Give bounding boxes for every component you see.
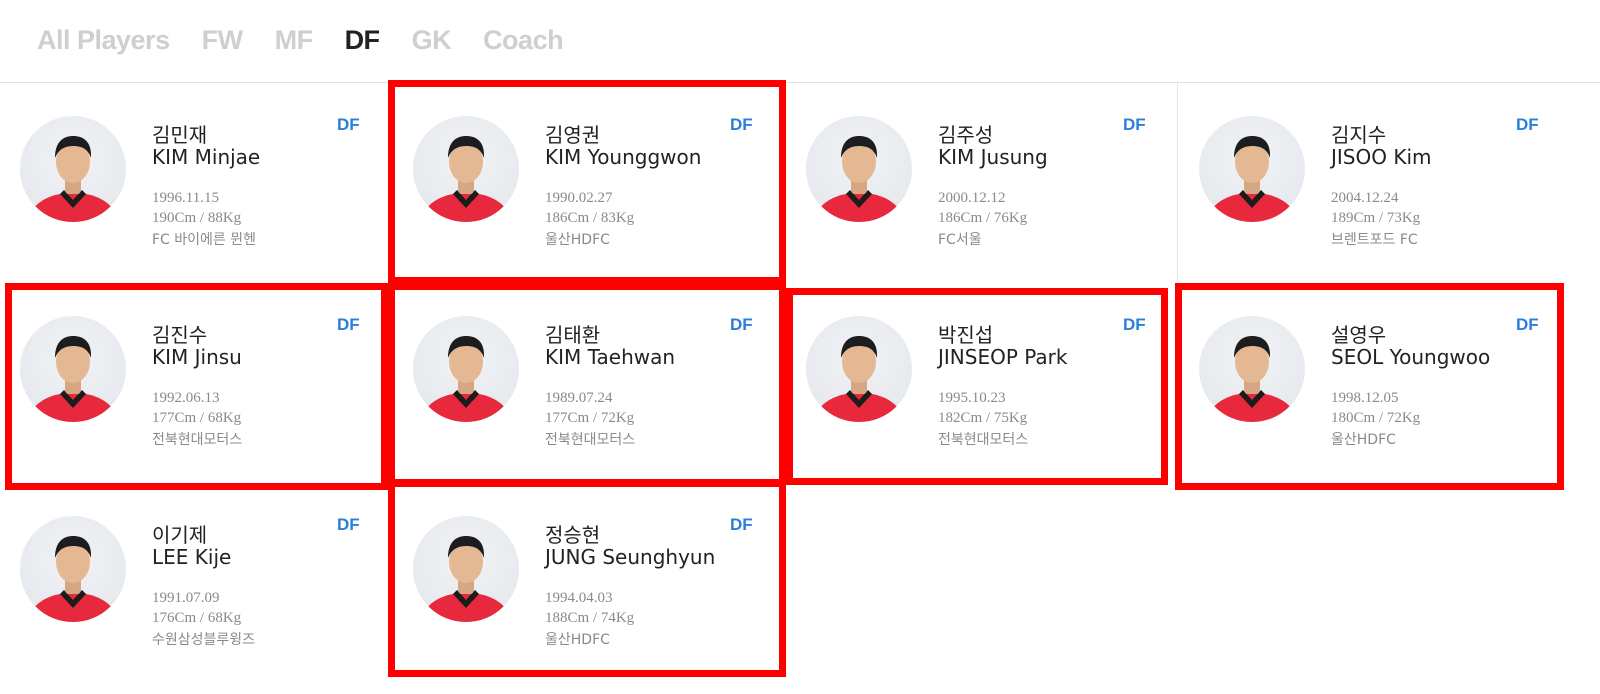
player-photo [413, 116, 519, 222]
birth-date: 1989.07.24 [545, 390, 613, 406]
player-name-korean: 김진수 [152, 323, 208, 347]
player-name-korean: 설영우 [1331, 323, 1387, 347]
club-name: 울산HDFC [545, 232, 610, 248]
player-card[interactable]: 설영우 SEOL Youngwoo DF 1998.12.05 180Cm / … [1179, 283, 1571, 483]
player-name-english: KIM Jusung [938, 145, 1048, 169]
player-name-korean: 김지수 [1331, 123, 1387, 147]
birth-date: 2000.12.12 [938, 190, 1006, 206]
club-name: 울산HDFC [545, 632, 610, 648]
player-name-english: JINSEOP Park [938, 345, 1068, 369]
player-name-korean: 이기제 [152, 523, 208, 547]
player-card[interactable]: 정승현 JUNG Seunghyun DF 1994.04.03 188Cm /… [393, 483, 785, 683]
birth-date: 1994.04.03 [545, 590, 613, 606]
club-name: 수원삼성블루윙즈 [152, 632, 256, 648]
club-name: FC서울 [938, 232, 982, 248]
tab-coach[interactable]: Coach [483, 25, 564, 56]
height-weight: 177Cm / 68Kg [152, 410, 242, 426]
position-tabs: All Players FW MF DF GK Coach [37, 20, 595, 60]
birth-date: 2004.12.24 [1331, 190, 1399, 206]
height-weight: 182Cm / 75Kg [938, 410, 1028, 426]
player-name-english: LEE Kije [152, 545, 232, 569]
tab-df[interactable]: DF [345, 25, 381, 56]
player-name-korean: 김민재 [152, 123, 208, 147]
height-weight: 188Cm / 74Kg [545, 610, 635, 626]
position-badge: DF [730, 115, 753, 134]
player-name-korean: 김태환 [545, 323, 601, 347]
player-name-english: JISOO Kim [1331, 145, 1432, 169]
player-card[interactable]: 김지수 JISOO Kim DF 2004.12.24 189Cm / 73Kg… [1179, 83, 1571, 283]
birth-date: 1990.02.27 [545, 190, 613, 206]
player-photo [20, 516, 126, 622]
height-weight: 186Cm / 83Kg [545, 210, 635, 226]
player-grid: 김민재 KIM Minjae DF 1996.11.15 190Cm / 88K… [0, 83, 1600, 694]
position-badge: DF [1516, 315, 1539, 334]
birth-date: 1992.06.13 [152, 390, 220, 406]
player-photo [413, 316, 519, 422]
position-badge: DF [1123, 115, 1146, 134]
height-weight: 190Cm / 88Kg [152, 210, 242, 226]
player-photo [20, 116, 126, 222]
club-name: 울산HDFC [1331, 432, 1396, 448]
height-weight: 186Cm / 76Kg [938, 210, 1028, 226]
player-name-english: KIM Taehwan [545, 345, 676, 369]
height-weight: 177Cm / 72Kg [545, 410, 635, 426]
position-badge: DF [730, 515, 753, 534]
player-name-korean: 김주성 [938, 123, 994, 147]
birth-date: 1991.07.09 [152, 590, 220, 606]
player-card[interactable]: 김민재 KIM Minjae DF 1996.11.15 190Cm / 88K… [0, 83, 392, 283]
position-badge: DF [730, 315, 753, 334]
birth-date: 1998.12.05 [1331, 390, 1399, 406]
tab-all-players[interactable]: All Players [37, 25, 170, 56]
player-name-korean: 박진섭 [938, 323, 994, 347]
position-badge: DF [1516, 115, 1539, 134]
club-name: 브렌트포드 FC [1331, 232, 1418, 248]
height-weight: 180Cm / 72Kg [1331, 410, 1421, 426]
player-photo [1199, 316, 1305, 422]
player-photo [20, 316, 126, 422]
height-weight: 189Cm / 73Kg [1331, 210, 1421, 226]
club-name: 전북현대모터스 [152, 432, 243, 448]
club-name: 전북현대모터스 [545, 432, 636, 448]
club-name: 전북현대모터스 [938, 432, 1029, 448]
player-name-english: KIM Minjae [152, 145, 261, 169]
height-weight: 176Cm / 68Kg [152, 610, 242, 626]
player-photo [806, 316, 912, 422]
tab-gk[interactable]: GK [412, 25, 452, 56]
player-card[interactable]: 김진수 KIM Jinsu DF 1992.06.13 177Cm / 68Kg… [0, 283, 392, 483]
position-badge: DF [1123, 315, 1146, 334]
position-badge: DF [337, 315, 360, 334]
player-name-english: SEOL Youngwoo [1331, 345, 1491, 369]
player-card[interactable]: 김주성 KIM Jusung DF 2000.12.12 186Cm / 76K… [786, 83, 1178, 283]
player-photo [413, 516, 519, 622]
player-card[interactable]: 박진섭 JINSEOP Park DF 1995.10.23 182Cm / 7… [786, 283, 1178, 483]
player-card[interactable]: 김영권 KIM Younggwon DF 1990.02.27 186Cm / … [393, 83, 785, 283]
position-badge: DF [337, 115, 360, 134]
tab-mf[interactable]: MF [275, 25, 313, 56]
birth-date: 1995.10.23 [938, 390, 1006, 406]
player-photo [806, 116, 912, 222]
birth-date: 1996.11.15 [152, 190, 219, 206]
player-name-korean: 김영권 [545, 123, 601, 147]
player-name-english: JUNG Seunghyun [545, 545, 716, 569]
position-badge: DF [337, 515, 360, 534]
player-name-english: KIM Jinsu [152, 345, 242, 369]
player-name-korean: 정승현 [545, 523, 601, 547]
tab-fw[interactable]: FW [202, 25, 243, 56]
player-photo [1199, 116, 1305, 222]
club-name: FC 바이에른 뮌헨 [152, 232, 257, 248]
player-card[interactable]: 이기제 LEE Kije DF 1991.07.09 176Cm / 68Kg … [0, 483, 392, 683]
player-card[interactable]: 김태환 KIM Taehwan DF 1989.07.24 177Cm / 72… [393, 283, 785, 483]
player-name-english: KIM Younggwon [545, 145, 702, 169]
